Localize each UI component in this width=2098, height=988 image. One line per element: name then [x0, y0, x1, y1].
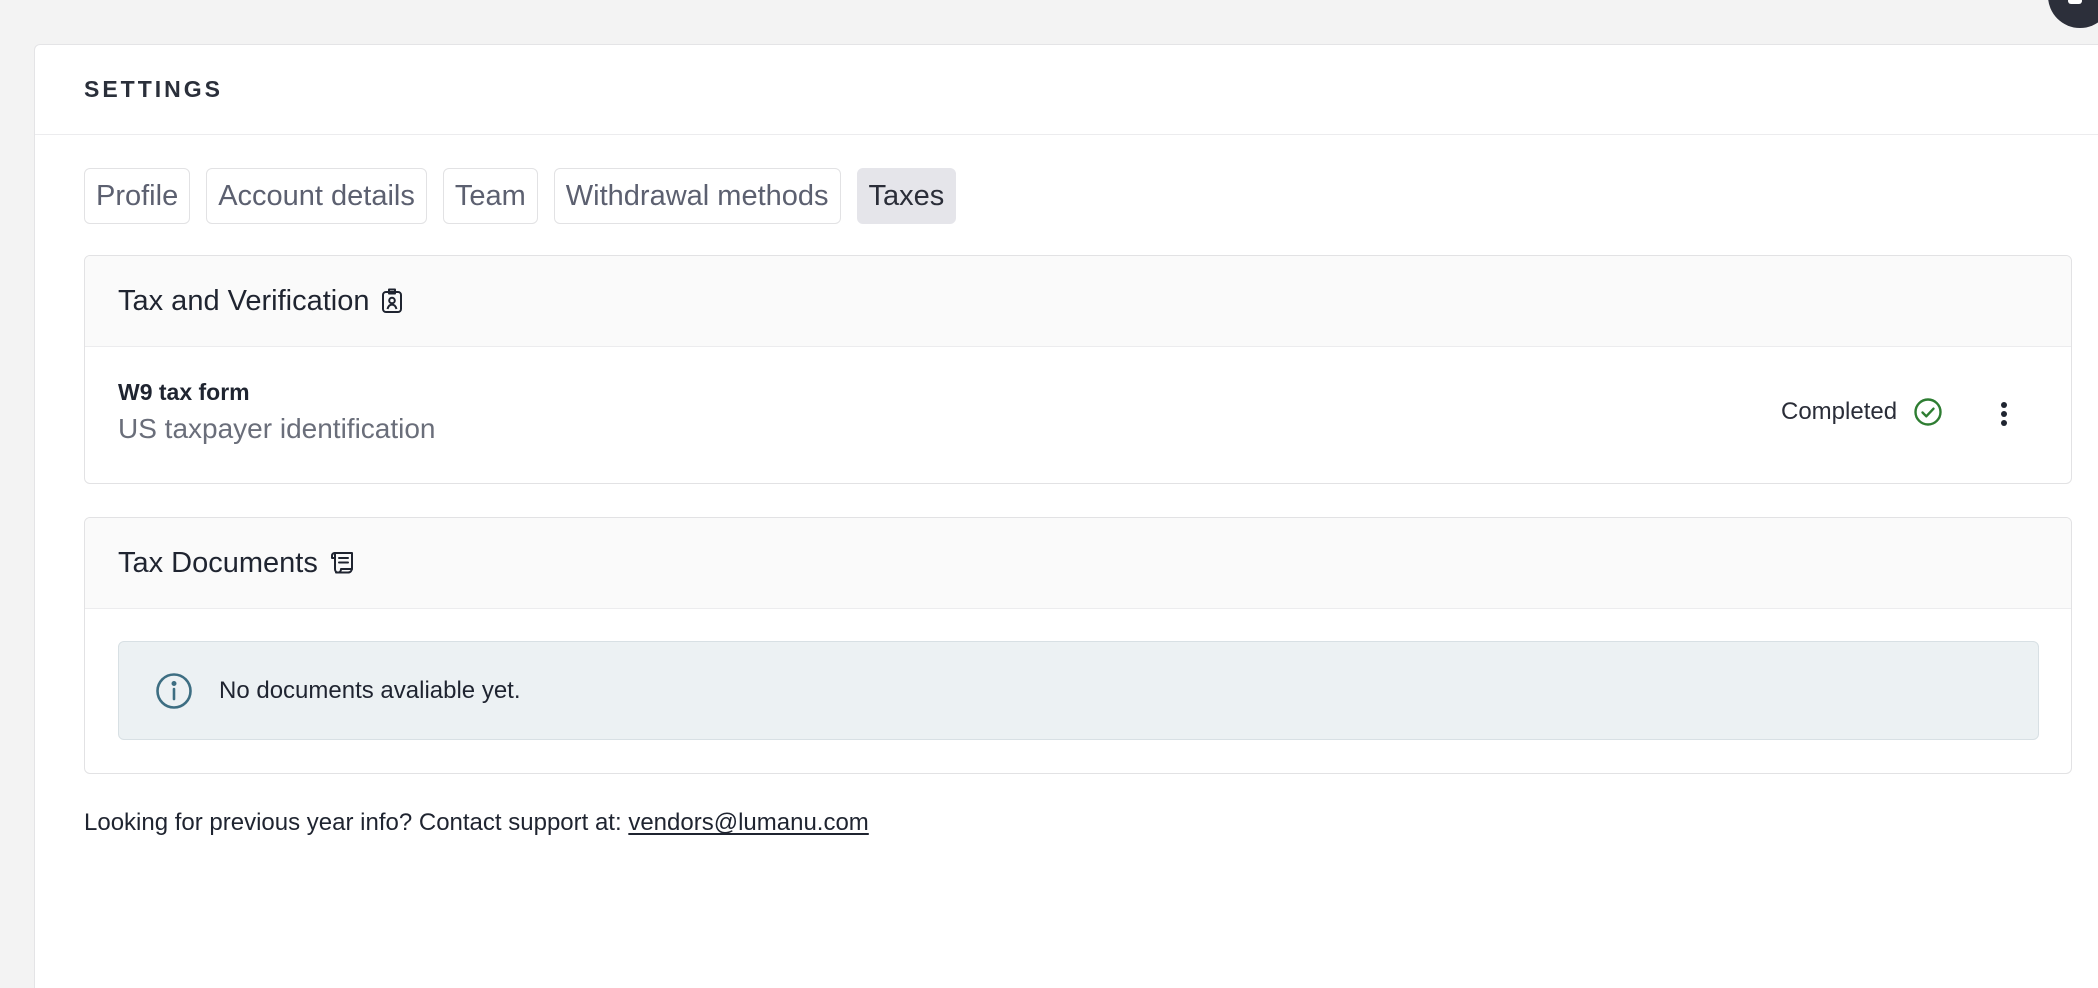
tax-documents-card: Tax Documents No documents avaliable yet… [84, 517, 2072, 774]
tax-documents-header: Tax Documents [85, 518, 2071, 609]
info-circle-icon [155, 672, 193, 710]
w9-status: Completed [1781, 397, 1943, 427]
no-documents-message: No documents avaliable yet. [219, 676, 521, 704]
w9-title: W9 tax form [118, 379, 250, 405]
w9-tax-form-row: W9 tax form US taxpayer identification C… [85, 347, 2071, 483]
tax-verification-card: Tax and Verification W9 tax form US taxp… [84, 255, 2072, 484]
settings-header: SETTINGS [35, 45, 2098, 135]
page-title: SETTINGS [84, 76, 224, 102]
tab-taxes[interactable]: Taxes [856, 168, 957, 224]
tax-verification-header: Tax and Verification [85, 256, 2071, 347]
tax-documents-title: Tax Documents [118, 546, 318, 579]
more-vertical-icon [2000, 401, 2008, 427]
tax-verification-title: Tax and Verification [118, 284, 370, 317]
w9-subtitle: US taxpayer identification [118, 413, 436, 444]
no-documents-alert: No documents avaliable yet. [118, 641, 2039, 740]
user-avatar[interactable] [2048, 0, 2098, 28]
status-label: Completed [1781, 398, 1898, 425]
settings-panel: SETTINGS Profile Account details Team Wi… [34, 44, 2098, 988]
settings-tabs: Profile Account details Team Withdrawal … [84, 168, 957, 224]
tab-account-details[interactable]: Account details [206, 168, 427, 224]
scroll-icon [330, 551, 356, 575]
tab-team[interactable]: Team [442, 168, 538, 224]
support-email-link[interactable]: vendors@lumanu.com [628, 809, 868, 836]
check-circle-icon [1913, 397, 1943, 427]
tab-profile[interactable]: Profile [84, 168, 191, 224]
previous-year-prompt: Looking for previous year info? Contact … [84, 809, 622, 836]
tab-withdrawal-methods[interactable]: Withdrawal methods [553, 168, 841, 224]
id-badge-icon [381, 288, 403, 314]
previous-year-note: Looking for previous year info? Contact … [84, 809, 869, 837]
w9-options-button[interactable] [1990, 397, 2018, 431]
user-avatar-icon [2068, 0, 2082, 4]
